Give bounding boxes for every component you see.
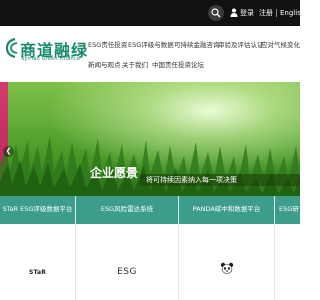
top-bar [0,0,300,26]
carousel-prev-button[interactable]: ❮ [3,146,14,157]
nav-about[interactable]: 关于我们 [122,61,148,69]
card-title: ESG风险雷达系统 [100,205,154,213]
brand-logo-icon[interactable] [5,37,19,59]
nav-climate[interactable]: 应对气候变化与环 [261,41,300,49]
card-title: STaR ESG评级数据平台 [2,205,73,213]
esg-logo: ESG [117,267,137,277]
nav-news[interactable]: 新闻与观点 [88,61,121,69]
panda-logo [179,259,274,278]
user-icon [230,8,238,17]
nav-esg-rating[interactable]: ESG评级与数据 [128,41,174,49]
search-button[interactable] [208,5,224,21]
card-panda[interactable]: PANDA碳中和数据平台 [179,196,274,300]
hero-subtitle: 将可持续因素纳入每一项决策 [146,176,237,184]
card-header: PANDA碳中和数据平台 [179,196,274,224]
top-divider [276,9,277,17]
search-icon [211,8,221,18]
nav-esg-investment[interactable]: ESG责任投资 [88,41,127,49]
card-header: ESG风险雷达系统 [76,196,178,224]
card-header: STaR ESG评级数据平台 [0,196,75,224]
card-title: PANDA碳中和数据平台 [192,205,261,213]
register-link[interactable]: 注册 [259,8,273,18]
brand-name-en: SynTao Green Finance [21,56,81,62]
card-title: ESG研 [279,205,299,213]
card-esg-radar[interactable]: ESG风险雷达系统 ESG [76,196,178,300]
card-header: ESG研 [275,196,300,224]
login-link[interactable]: 登录 [240,8,254,18]
nav-forum[interactable]: 中国责任投资论坛 [152,61,204,69]
english-link[interactable]: English [280,8,305,18]
card-star-esg[interactable]: STaR ESG评级数据平台 STaR [0,196,75,300]
card-esg-research[interactable]: ESG研 [275,196,300,300]
hero-title: 企业愿景 [90,166,139,180]
panda-icon [220,262,233,274]
star-logo: STaR [28,269,47,276]
nav-verification[interactable]: 审验及评估认证 [218,41,264,49]
nav-sustainable-finance[interactable]: 可持续金融咨询 [174,41,220,49]
